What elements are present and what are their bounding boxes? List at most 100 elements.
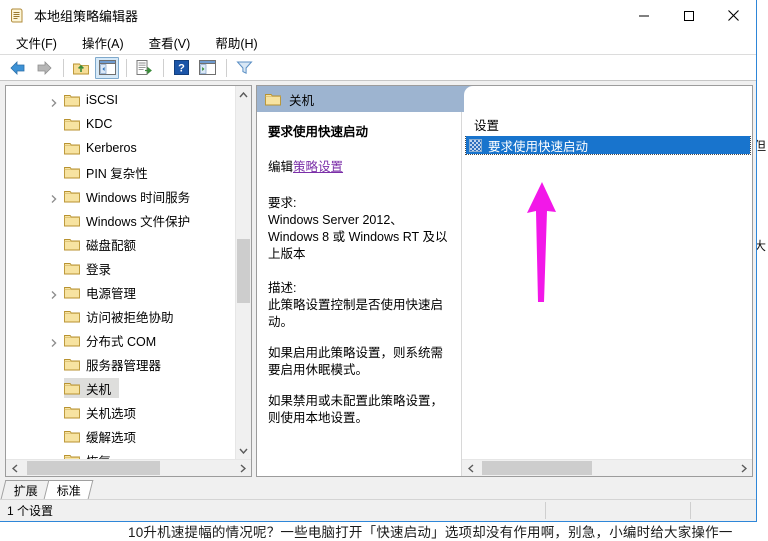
folder-icon xyxy=(64,310,80,323)
tree-item-4[interactable]: Windows 时间服务 xyxy=(6,184,235,208)
folder-icon xyxy=(64,142,80,155)
folder-icon xyxy=(64,382,80,395)
folder-icon xyxy=(64,238,80,251)
tree-item-15[interactable]: 恢复 xyxy=(6,448,235,459)
tree-horizontal-scrollbar[interactable] xyxy=(6,459,251,476)
list-hscroll-track[interactable] xyxy=(479,460,735,476)
chevron-right-icon[interactable] xyxy=(49,95,59,107)
tree-item-5[interactable]: Windows 文件保护 xyxy=(6,208,235,232)
tree-hscroll-thumb[interactable] xyxy=(27,461,161,475)
tree-item-8[interactable]: 电源管理 xyxy=(6,280,235,304)
description-paragraph-3: 如果禁用或未配置此策略设置，则使用本地设置。 xyxy=(268,394,444,425)
results-pane: 关机 要求使用快速启动 编辑策略设置 要求: Windows Server 20… xyxy=(256,85,753,477)
policy-tree[interactable]: iSCSI KDC Kerberos PIN 复杂性 Windows 时间服务 Windo… xyxy=(6,86,235,459)
menu-help[interactable]: 帮助(H) xyxy=(210,31,266,55)
tree-hscroll-track[interactable] xyxy=(23,460,234,476)
tree-scroll-area: iSCSI KDC Kerberos PIN 复杂性 Windows 时间服务 Windo… xyxy=(6,86,251,459)
requirement-label: 要求: xyxy=(268,196,297,210)
chevron-right-icon[interactable] xyxy=(49,287,59,299)
list-item-label: 要求使用快速启动 xyxy=(488,139,589,154)
group-policy-editor-window: 本地组策略编辑器 文件(F) 操作(A) 查看(V) 帮助(H) ? iSCSI… xyxy=(0,0,757,522)
tree-item-12[interactable]: 关机 xyxy=(6,376,235,400)
status-divider-1 xyxy=(545,502,546,519)
toolbar-separator-3 xyxy=(163,58,164,77)
window-controls xyxy=(621,0,756,31)
tree-item-7[interactable]: 登录 xyxy=(6,256,235,280)
close-button[interactable] xyxy=(711,0,756,31)
tree-item-14[interactable]: 缓解选项 xyxy=(6,424,235,448)
results-pane-header: 关机 xyxy=(257,86,752,112)
chevron-right-icon[interactable] xyxy=(49,191,59,203)
toolbar-separator-2 xyxy=(126,58,127,77)
status-text: 1 个设置 xyxy=(7,504,54,518)
tree-scroll-thumb[interactable] xyxy=(237,238,250,303)
tab-standard[interactable]: 标准 xyxy=(43,480,94,499)
tab-extended[interactable]: 扩展 xyxy=(0,480,51,499)
edit-policy-setting-link[interactable]: 策略设置 xyxy=(293,160,343,174)
tree-vertical-scrollbar[interactable] xyxy=(235,86,251,459)
folder-icon xyxy=(64,214,80,227)
up-folder-icon[interactable] xyxy=(69,57,93,79)
filter-icon[interactable] xyxy=(232,57,256,79)
list-item[interactable]: 要求使用快速启动 xyxy=(465,136,751,155)
requirement-text: Windows Server 2012、Windows 8 或 Windows … xyxy=(268,213,448,261)
forward-icon[interactable] xyxy=(32,57,56,79)
menu-view[interactable]: 查看(V) xyxy=(144,31,200,55)
folder-icon xyxy=(64,94,80,107)
tree-item-label: 访问被拒绝协助 xyxy=(86,310,174,325)
menu-action[interactable]: 操作(A) xyxy=(77,31,133,55)
tree-item-1[interactable]: KDC xyxy=(6,112,235,136)
tree-item-label: KDC xyxy=(86,117,113,131)
tree-item-0[interactable]: iSCSI xyxy=(6,88,235,112)
tree-item-label: 磁盘配额 xyxy=(86,238,137,253)
tree-hscroll-right-icon[interactable] xyxy=(234,463,251,473)
status-bar: 1 个设置 xyxy=(0,499,756,521)
properties-icon[interactable] xyxy=(195,57,219,79)
list-horizontal-scrollbar[interactable] xyxy=(462,459,752,476)
back-icon[interactable] xyxy=(6,57,30,79)
folder-icon xyxy=(64,190,80,203)
folder-icon xyxy=(64,406,80,419)
tree-item-6[interactable]: 磁盘配额 xyxy=(6,232,235,256)
tree-item-label: PIN 复杂性 xyxy=(86,166,148,181)
tree-item-3[interactable]: PIN 复杂性 xyxy=(6,160,235,184)
tree-scroll-track[interactable] xyxy=(236,103,251,442)
export-list-icon[interactable] xyxy=(132,57,156,79)
list-hscroll-thumb[interactable] xyxy=(481,461,592,475)
tree-item-9[interactable]: 访问被拒绝协助 xyxy=(6,304,235,328)
tree-item-13[interactable]: 关机选项 xyxy=(6,400,235,424)
minimize-button[interactable] xyxy=(621,0,666,31)
tree-hscroll-left-icon[interactable] xyxy=(6,463,23,473)
extended-detail-panel: 要求使用快速启动 编辑策略设置 要求: Windows Server 2012、… xyxy=(257,112,462,476)
tree-item-2[interactable]: Kerberos xyxy=(6,136,235,160)
description-paragraph-2: 如果启用此策略设置，则系统需要启用休眠模式。 xyxy=(268,346,444,377)
tree-item-label: iSCSI xyxy=(86,93,118,107)
header-notch xyxy=(464,86,752,112)
menu-bar: 文件(F) 操作(A) 查看(V) 帮助(H) xyxy=(0,31,756,55)
menu-file[interactable]: 文件(F) xyxy=(11,31,66,55)
tree-item-label: 服务器管理器 xyxy=(86,358,162,373)
maximize-button[interactable] xyxy=(666,0,711,31)
folder-icon xyxy=(64,454,80,459)
settings-list[interactable]: 要求使用快速启动 xyxy=(462,136,752,459)
tree-item-11[interactable]: 服务器管理器 xyxy=(6,352,235,376)
folder-icon xyxy=(64,430,80,443)
policy-setting-icon xyxy=(469,138,482,152)
settings-column-header[interactable]: 设置 xyxy=(462,112,752,136)
tree-item-label: Windows 时间服务 xyxy=(86,190,191,205)
tree-item-10[interactable]: 分布式 COM xyxy=(6,328,235,352)
tree-scroll-down-icon[interactable] xyxy=(236,442,251,459)
window-body: iSCSI KDC Kerberos PIN 复杂性 Windows 时间服务 Windo… xyxy=(0,81,756,477)
tree-scroll-up-icon[interactable] xyxy=(236,86,251,103)
title-bar[interactable]: 本地组策略编辑器 xyxy=(0,0,756,31)
tree-item-label: 电源管理 xyxy=(86,286,137,301)
show-hide-tree-icon[interactable] xyxy=(95,56,119,79)
policy-title: 要求使用快速启动 xyxy=(268,125,369,139)
tree-item-label: 恢复 xyxy=(86,451,111,460)
folder-icon xyxy=(64,286,80,299)
chevron-right-icon[interactable] xyxy=(49,335,59,347)
list-hscroll-left-icon[interactable] xyxy=(462,463,479,473)
list-hscroll-right-icon[interactable] xyxy=(735,463,752,473)
policy-document-icon xyxy=(9,8,25,24)
help-icon[interactable]: ? xyxy=(169,57,193,79)
